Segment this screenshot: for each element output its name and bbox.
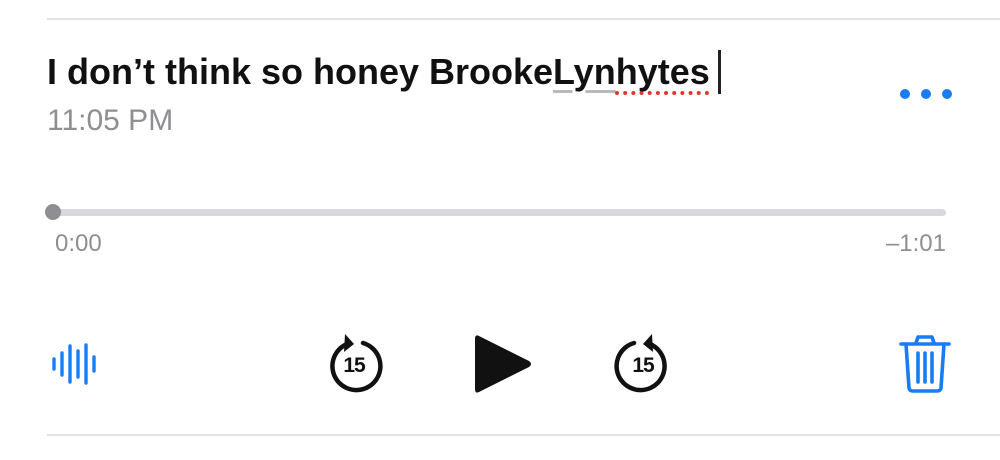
play-icon <box>475 335 531 393</box>
skip-back-seconds: 15 <box>343 354 365 377</box>
trash-icon <box>899 335 951 393</box>
skip-forward-15-button[interactable]: 15 <box>614 333 672 395</box>
memo-title-field[interactable]: I don’t think so honey Brooke Lyn hytes <box>47 46 721 98</box>
waveform-button[interactable] <box>50 340 102 388</box>
ellipsis-icon-dot <box>921 89 931 99</box>
scrubber-track <box>46 209 946 216</box>
playback-scrubber[interactable] <box>45 204 946 220</box>
skip-forward-seconds: 15 <box>632 354 654 377</box>
scrubber-handle[interactable] <box>45 204 61 220</box>
ellipsis-icon <box>900 89 910 99</box>
memo-timestamp: 11:05 PM <box>47 104 174 137</box>
memo-title-word-suggested[interactable]: Lyn <box>553 51 616 93</box>
bottom-divider <box>47 434 1000 436</box>
text-caret <box>717 50 721 94</box>
delete-button[interactable] <box>897 334 953 394</box>
memo-title-word-misspelled[interactable]: hytes <box>616 51 710 93</box>
elapsed-time: 0:00 <box>55 230 102 257</box>
skip-back-15-button[interactable]: 15 <box>325 333 383 395</box>
more-options-button[interactable] <box>900 82 952 106</box>
memo-title-text: I don’t think so honey Brooke <box>47 51 554 92</box>
ellipsis-icon-dot <box>942 89 952 99</box>
waveform-icon <box>52 343 96 385</box>
play-button[interactable] <box>472 332 534 396</box>
top-divider <box>47 18 1000 20</box>
remaining-time: –1:01 <box>885 230 946 257</box>
